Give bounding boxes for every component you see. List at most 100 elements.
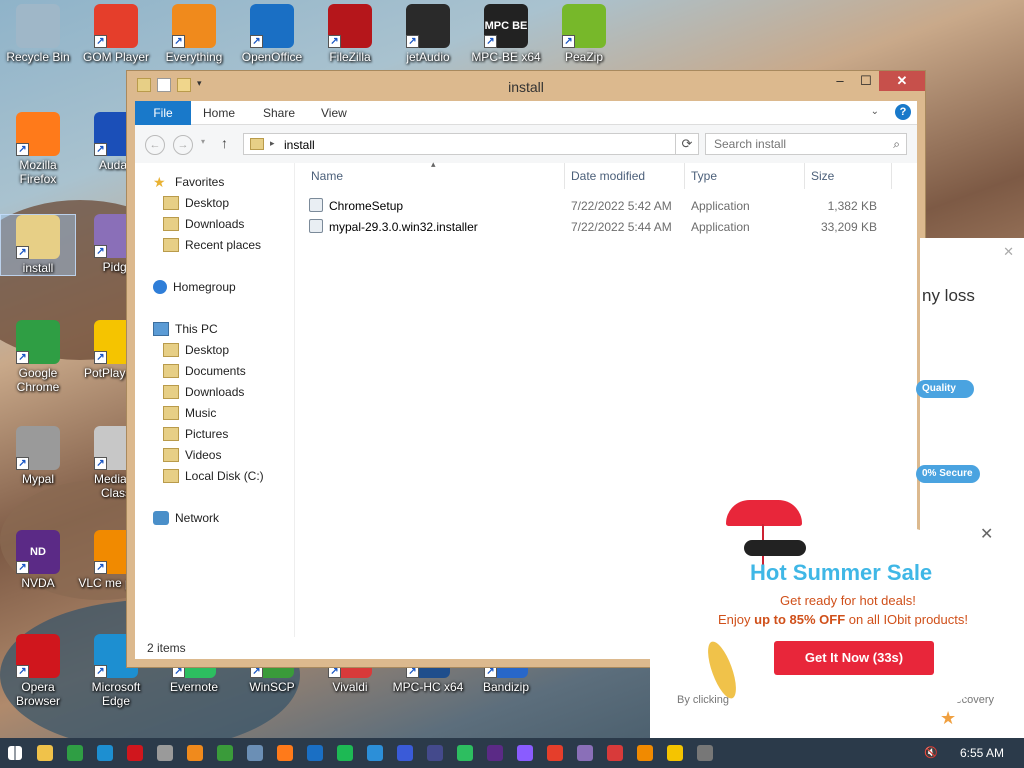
- taskbar-app-button[interactable]: [420, 738, 450, 768]
- nav-item-downloads[interactable]: Downloads: [163, 217, 244, 231]
- help-icon[interactable]: ?: [895, 104, 911, 120]
- taskbar-app-button[interactable]: [630, 738, 660, 768]
- column-name[interactable]: Name: [311, 169, 343, 183]
- taskbar-app-button[interactable]: [480, 738, 510, 768]
- nav-favorites[interactable]: ★ Favorites: [153, 175, 224, 189]
- nav-network[interactable]: Network: [153, 511, 219, 525]
- app-icon: ↗: [16, 215, 60, 259]
- desktop-icon-recycle-bin[interactable]: Recycle Bin: [0, 4, 76, 64]
- taskbar-app-button[interactable]: [150, 738, 180, 768]
- search-box[interactable]: ⌕: [705, 133, 907, 155]
- close-icon[interactable]: ✕: [1003, 244, 1014, 260]
- nav-homegroup[interactable]: Homegroup: [153, 280, 236, 294]
- nav-item-recent-places[interactable]: Recent places: [163, 238, 261, 252]
- nav-item-videos[interactable]: Videos: [163, 448, 221, 462]
- tab-file[interactable]: File: [135, 101, 191, 125]
- desktop-icon-mypal[interactable]: ↗ Mypal: [0, 426, 76, 486]
- search-icon[interactable]: ⌕: [893, 137, 900, 152]
- desktop-icon-filezilla[interactable]: ↗ FileZilla: [312, 4, 388, 64]
- close-button[interactable]: ✕: [879, 71, 925, 91]
- taskbar-app-button[interactable]: [330, 738, 360, 768]
- desktop-icon-mpc-be-x64[interactable]: MPC BE ↗ MPC-BE x64: [468, 4, 544, 64]
- chevron-down-icon[interactable]: ⌄: [871, 106, 879, 117]
- tab-view[interactable]: View: [321, 101, 347, 125]
- taskbar-app-button[interactable]: [360, 738, 390, 768]
- nav-item-pictures[interactable]: Pictures: [163, 427, 228, 441]
- nav-item-local-disk-c-[interactable]: Local Disk (C:): [163, 469, 264, 483]
- desktop-icon-label: install: [22, 261, 54, 275]
- desktop-icon-openoffice[interactable]: ↗ OpenOffice: [234, 4, 310, 64]
- nav-this-pc[interactable]: This PC: [153, 322, 218, 336]
- desktop-icon-opera-browser[interactable]: ↗ Opera Browser: [0, 634, 76, 708]
- nav-item-desktop[interactable]: Desktop: [163, 343, 229, 357]
- desktop-icon-jetaudio[interactable]: ↗ jetAudio: [390, 4, 466, 64]
- taskbar-app-button[interactable]: [60, 738, 90, 768]
- nav-item-music[interactable]: Music: [163, 406, 216, 420]
- taskbar-app-button[interactable]: [600, 738, 630, 768]
- title-bar[interactable]: ▾ install – ☐ ✕: [127, 71, 925, 101]
- column-size[interactable]: Size: [811, 169, 834, 183]
- desktop-icon-peazip[interactable]: ↗ PeaZip: [546, 4, 622, 64]
- desktop-icon-nvda[interactable]: ND ↗ NVDA: [0, 530, 76, 590]
- app-icon: [217, 745, 233, 761]
- taskbar-app-button[interactable]: [210, 738, 240, 768]
- chevron-right-icon[interactable]: ▸: [270, 138, 275, 149]
- back-button[interactable]: ←: [145, 135, 165, 155]
- shortcut-arrow-icon: ↗: [16, 665, 29, 678]
- desktop-icon-label: jetAudio: [406, 50, 450, 64]
- taskbar-app-button[interactable]: [570, 738, 600, 768]
- tab-home[interactable]: Home: [203, 101, 235, 125]
- nav-item-documents[interactable]: Documents: [163, 364, 246, 378]
- desktop-icon-mozilla-firefox[interactable]: ↗ Mozilla Firefox: [0, 112, 76, 186]
- clock[interactable]: 6:55 AM: [960, 746, 1004, 760]
- taskbar-app-button[interactable]: [120, 738, 150, 768]
- sale-subheadline: Get ready for hot deals!: [780, 593, 916, 608]
- maximize-button[interactable]: ☐: [853, 71, 879, 91]
- refresh-button[interactable]: ⟳: [675, 133, 699, 155]
- address-path: install: [284, 138, 315, 152]
- taskbar-app-button[interactable]: [390, 738, 420, 768]
- table-row[interactable]: ChromeSetup 7/22/2022 5:42 AM Application 1…: [305, 195, 877, 216]
- desktop-icon-gom-player[interactable]: ↗ GOM Player: [78, 4, 154, 64]
- folder-icon: [163, 238, 179, 252]
- forward-button[interactable]: →: [173, 135, 193, 155]
- nav-item-downloads[interactable]: Downloads: [163, 385, 244, 399]
- nav-item-desktop[interactable]: Desktop: [163, 196, 229, 210]
- taskbar-app-button[interactable]: [450, 738, 480, 768]
- table-row[interactable]: mypal-29.3.0.win32.installer 7/22/2022 5:…: [305, 216, 877, 237]
- taskbar-app-button[interactable]: [300, 738, 330, 768]
- application-icon: [309, 198, 323, 212]
- search-input[interactable]: [706, 134, 876, 154]
- desktop-icon-install[interactable]: ↗ install: [0, 214, 76, 276]
- minimize-button[interactable]: –: [827, 71, 853, 91]
- column-date[interactable]: Date modified: [571, 169, 645, 183]
- taskbar-app-button[interactable]: [240, 738, 270, 768]
- app-icon: [37, 745, 53, 761]
- desktop-icon-label: Everything: [165, 50, 223, 64]
- volume-icon[interactable]: 🔇: [924, 746, 938, 759]
- recent-locations-icon[interactable]: ▾: [201, 137, 205, 146]
- taskbar-app-button[interactable]: [510, 738, 540, 768]
- file-date: 7/22/2022 5:42 AM: [571, 199, 672, 213]
- desktop-icon-google-chrome[interactable]: ↗ Google Chrome: [0, 320, 76, 394]
- taskbar-app-button[interactable]: [180, 738, 210, 768]
- navigation-pane: ★ Favorites Desktop Downloads Recent place…: [135, 163, 295, 637]
- taskbar-app-button[interactable]: [270, 738, 300, 768]
- address-bar[interactable]: ▸ install ⌄: [243, 133, 695, 155]
- get-it-now-button[interactable]: Get It Now (33s): [774, 641, 934, 675]
- up-arrow-icon[interactable]: ↑: [221, 135, 228, 151]
- shortcut-arrow-icon: ↗: [484, 35, 497, 48]
- column-type[interactable]: Type: [691, 169, 717, 183]
- taskbar-app-button[interactable]: [540, 738, 570, 768]
- tab-share[interactable]: Share: [263, 101, 295, 125]
- desktop-icon-label: GOM Player: [82, 50, 149, 64]
- app-icon: [577, 745, 593, 761]
- desktop-icon-everything[interactable]: ↗ Everything: [156, 4, 232, 64]
- taskbar-app-button[interactable]: [690, 738, 720, 768]
- taskbar-app-button[interactable]: [90, 738, 120, 768]
- taskbar-app-button[interactable]: [660, 738, 690, 768]
- app-icon: [457, 745, 473, 761]
- start-button[interactable]: [0, 738, 30, 768]
- close-icon[interactable]: ✕: [980, 524, 993, 544]
- taskbar-app-button[interactable]: [30, 738, 60, 768]
